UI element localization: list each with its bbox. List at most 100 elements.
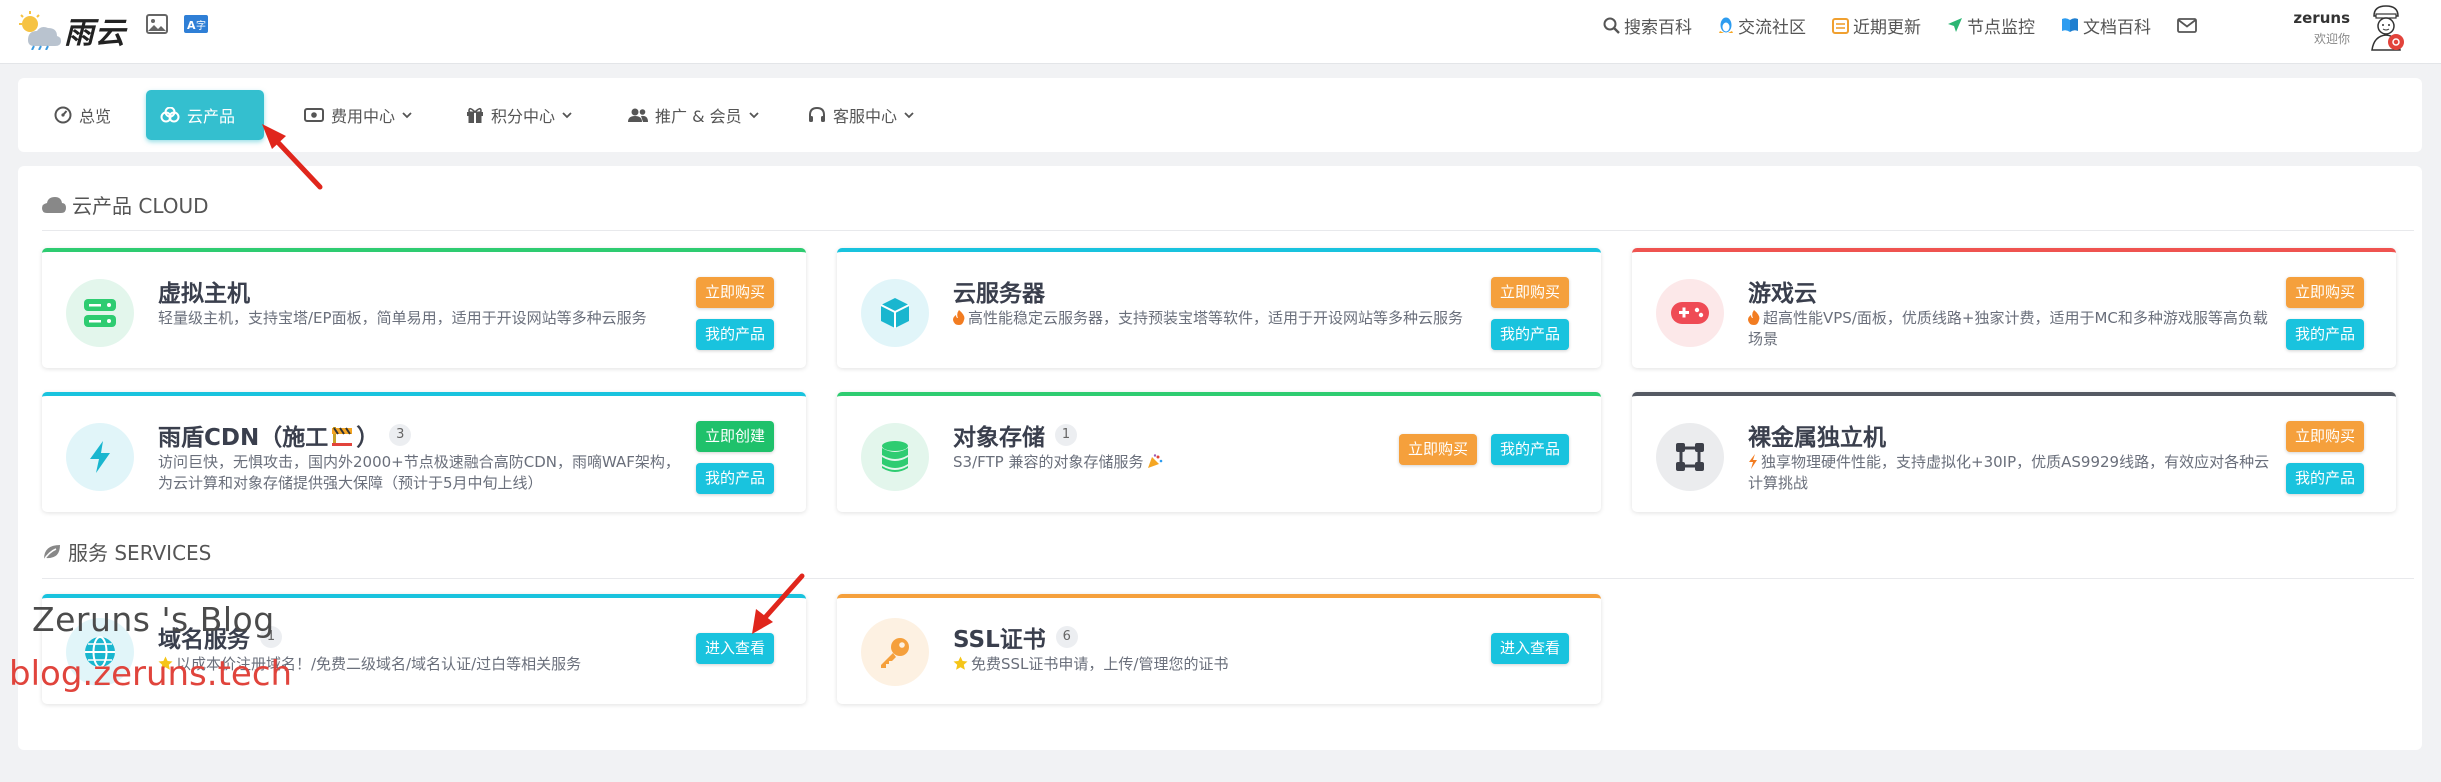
buy-now-button[interactable]: 立即购买 <box>2286 277 2365 308</box>
topnav-docs-label: 文档百科 <box>2083 17 2151 38</box>
leaf-icon <box>43 544 60 560</box>
topnav-search[interactable]: 搜索百科 <box>1603 13 1692 38</box>
section-cloud-title: 云产品 CLOUD <box>42 190 209 219</box>
topnav-monitor[interactable]: 节点监控 <box>1947 13 2035 38</box>
svg-text:字: 字 <box>196 19 206 32</box>
topnav-updates[interactable]: 近期更新 <box>1832 13 1921 38</box>
tab-cloud-products-label: 云产品 <box>187 107 236 126</box>
card-desc-text: S3/FTP 兼容的对象存储服务 <box>953 453 1144 471</box>
my-products-button[interactable]: 我的产品 <box>2286 319 2365 350</box>
tab-points[interactable]: 积分中心 <box>452 90 593 140</box>
brand-logo[interactable]: 雨云 <box>16 8 126 52</box>
buy-now-button[interactable]: 立即购买 <box>696 277 775 308</box>
my-products-button[interactable]: 我的产品 <box>696 319 775 350</box>
topnav-monitor-label: 节点监控 <box>1967 17 2035 38</box>
gift-icon <box>467 107 483 123</box>
product-card-game-cloud: 游戏云 超高性能VPS/面板，优质线路+独家计费，适用于MC和多种游戏服等高负载… <box>1632 248 2396 368</box>
tab-overview-label: 总览 <box>79 107 112 126</box>
avatar[interactable] <box>2366 4 2406 52</box>
card-desc-text: 独享物理硬件性能，支持虚拟化+30IP，优质AS9929线路，有效应对各种云计算… <box>1748 453 2270 492</box>
card-desc-text: 超高性能VPS/面板，优质线路+独家计费，适用于MC和多种游戏服等高负载场景 <box>1748 309 2268 348</box>
top-nav: 搜索百科 交流社区 近期更新 节点监控 文档百科 <box>1603 0 2227 50</box>
product-card-cdn: 雨盾CDN（施工 ） 3 访问巨快，无惧攻击，国内外2000+节点极速融合高防C… <box>42 392 806 512</box>
tab-billing-label: 费用中心 <box>331 107 396 126</box>
card-title[interactable]: 云服务器 <box>953 274 1045 308</box>
tab-overview[interactable]: 总览 <box>40 90 125 140</box>
dashboard-icon <box>54 106 72 124</box>
location-arrow-icon <box>1948 18 1962 32</box>
chevron-down-icon <box>562 111 572 118</box>
translate-button[interactable]: A字 <box>184 14 208 38</box>
translate-icon: A字 <box>184 15 208 33</box>
watermark-url: blog.zeruns.tech <box>9 654 293 694</box>
my-products-button[interactable]: 我的产品 <box>1491 434 1570 465</box>
watermark-title: Zeruns 's Blog <box>32 600 275 639</box>
image-button[interactable] <box>146 14 168 38</box>
count-badge: 6 <box>1055 626 1078 648</box>
buy-now-button[interactable]: 立即购买 <box>1491 277 1570 308</box>
brand-name: 雨云 <box>64 16 126 51</box>
tab-support[interactable]: 客服中心 <box>794 90 935 140</box>
card-icon-circle <box>861 423 929 491</box>
card-desc-text: 免费SSL证书申请，上传/管理您的证书 <box>971 655 1229 673</box>
topnav-search-label: 搜索百科 <box>1624 17 1692 38</box>
card-title[interactable]: 虚拟主机 <box>158 274 250 308</box>
product-card-virtual-host: 虚拟主机 轻量级主机，支持宝塔/EP面板，简单易用，适用于开设网站等多种云服务 … <box>42 248 806 368</box>
star-icon <box>953 656 968 670</box>
bare-metal-icon <box>1676 443 1704 471</box>
user-greeting: 欢迎你 <box>2313 32 2350 46</box>
card-description: 轻量级主机，支持宝塔/EP面板，简单易用，适用于开设网站等多种云服务 <box>158 308 688 329</box>
card-title-text: 雨盾CDN（施工 <box>158 425 329 451</box>
products-panel: 云产品 CLOUD 服务 SERVICES 虚拟主机 轻量级主机，支持宝塔/EP… <box>18 166 2422 750</box>
mail-icon <box>2177 17 2197 33</box>
card-desc-text: 高性能稳定云服务器，支持预装宝塔等软件，适用于开设网站等多种云服务 <box>968 309 1464 327</box>
search-icon <box>1603 17 1620 34</box>
count-badge: 1 <box>1055 424 1077 446</box>
chevron-down-icon <box>904 111 914 118</box>
enter-view-button[interactable]: 进入查看 <box>1491 633 1570 664</box>
card-title[interactable]: 裸金属独立机 <box>1748 418 1886 452</box>
my-products-button[interactable]: 我的产品 <box>696 463 775 494</box>
tab-cloud-products[interactable]: 云产品 <box>146 90 264 140</box>
tab-referral[interactable]: 推广 & 会员 <box>614 90 780 140</box>
product-card-object-storage: 对象存储 1 S3/FTP 兼容的对象存储服务 立即购买 我的产品 <box>837 392 1601 512</box>
topnav-docs[interactable]: 文档百科 <box>2061 13 2151 38</box>
buy-now-button[interactable]: 立即购买 <box>1399 434 1478 465</box>
card-title[interactable]: 对象存储 1 <box>953 418 1077 452</box>
card-description: 超高性能VPS/面板，优质线路+独家计费，适用于MC和多种游戏服等高负载场景 <box>1748 308 2278 350</box>
database-icon <box>882 441 908 472</box>
tab-billing[interactable]: 费用中心 <box>290 90 433 140</box>
user-info[interactable]: zeruns 欢迎你 <box>2290 9 2350 47</box>
product-card-cloud-server: 云服务器 高性能稳定云服务器，支持预装宝塔等软件，适用于开设网站等多种云服务 立… <box>837 248 1601 368</box>
enter-view-button[interactable]: 进入查看 <box>696 633 775 664</box>
card-description: 访问巨快，无惧攻击，国内外2000+节点极速融合高防CDN，雨嘀WAF架构，为云… <box>158 452 688 494</box>
card-icon-circle <box>861 618 929 686</box>
cloud-products-icon <box>160 107 180 123</box>
card-icon-circle <box>1656 423 1724 491</box>
topnav-community[interactable]: 交流社区 <box>1718 13 1806 38</box>
users-icon <box>628 108 648 122</box>
my-products-button[interactable]: 我的产品 <box>2286 463 2365 494</box>
user-name: zeruns <box>2293 9 2350 27</box>
top-bar: 雨云 A字 搜索百科 交流社区 近期更新 节点监控 文档百科 zeruns 欢迎… <box>0 0 2441 64</box>
lightning-icon <box>90 441 110 473</box>
bolt-icon <box>1749 454 1757 469</box>
buy-now-button[interactable]: 立即购买 <box>2286 421 2365 452</box>
card-title[interactable]: SSL证书 6 <box>953 620 1078 654</box>
create-now-button[interactable]: 立即创建 <box>696 421 775 452</box>
chevron-down-icon <box>749 111 759 118</box>
card-title-text: SSL证书 <box>953 627 1046 653</box>
service-card-ssl: SSL证书 6 免费SSL证书申请，上传/管理您的证书 进入查看 <box>837 594 1601 704</box>
card-description: 独享物理硬件性能，支持虚拟化+30IP，优质AS9929线路，有效应对各种云计算… <box>1748 452 2278 494</box>
mail-button[interactable] <box>2177 17 2201 33</box>
server-icon <box>84 299 116 327</box>
weather-logo-icon <box>19 11 61 50</box>
construction-icon <box>332 427 353 446</box>
card-icon-circle <box>861 279 929 347</box>
card-desc-text: 访问巨快，无惧攻击，国内外2000+节点极速融合高防CDN，雨嘀WAF架构，为云… <box>158 453 680 492</box>
money-icon <box>304 108 324 122</box>
card-title[interactable]: 游戏云 <box>1748 274 1817 308</box>
fire-icon <box>953 310 965 325</box>
card-title[interactable]: 雨盾CDN（施工 ） 3 <box>158 418 412 452</box>
my-products-button[interactable]: 我的产品 <box>1491 319 1570 350</box>
